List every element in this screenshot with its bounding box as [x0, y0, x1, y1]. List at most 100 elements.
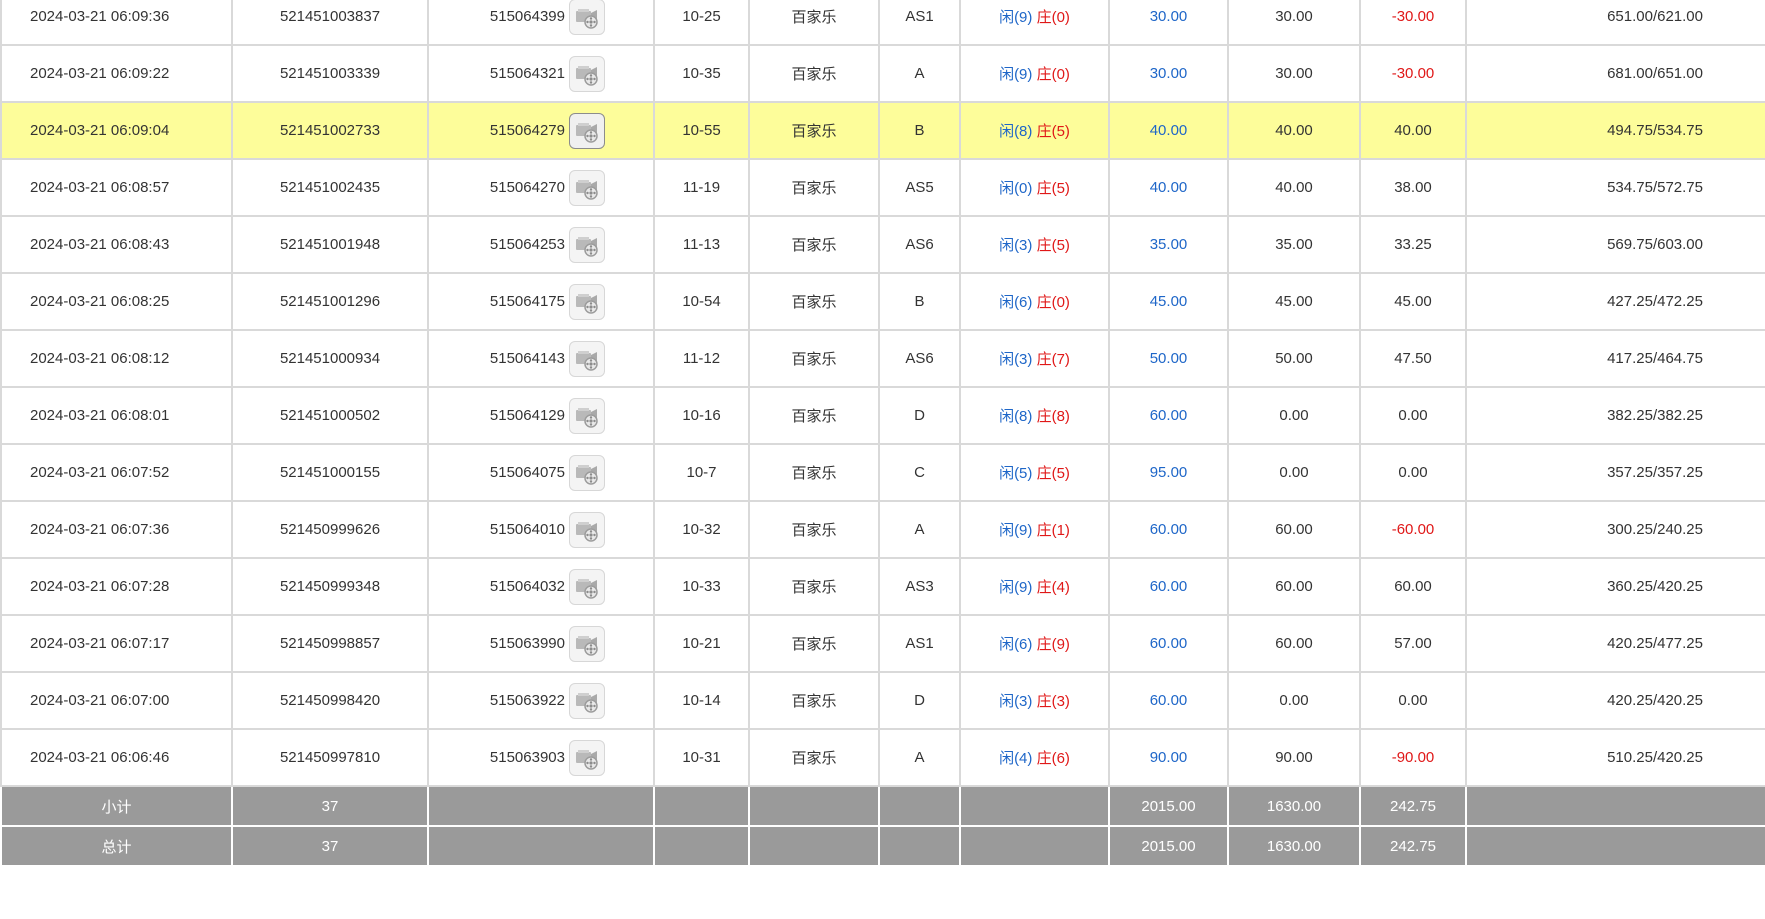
game-result: 闲(9) 庄(0)	[959, 44, 1110, 103]
order-number: 521451001948	[231, 215, 429, 274]
banker-result: 庄(5)	[1036, 123, 1070, 140]
bet-amount: 60.00	[1108, 557, 1229, 616]
total-bet: 2015.00	[1108, 825, 1229, 867]
replay-button[interactable]	[569, 226, 605, 263]
bet-time: 2024-03-21 06:07:28	[0, 557, 233, 616]
summary-body: 小计 37 2015.00 1630.00 242.75 总计 37 2015.…	[0, 786, 1765, 867]
film-reel-video-icon	[576, 635, 598, 656]
table-row: 2024-03-21 06:09:22 521451003339 5150643…	[0, 44, 1765, 103]
replay-button[interactable]	[569, 169, 605, 206]
table-id: 10-32	[653, 500, 750, 559]
win-loss: 38.00	[1359, 158, 1467, 217]
table-id: 10-14	[653, 671, 750, 730]
replay-button[interactable]	[569, 283, 605, 320]
replay-button[interactable]	[569, 625, 605, 662]
game-result: 闲(0) 庄(5)	[959, 158, 1110, 217]
valid-bet: 90.00	[1227, 728, 1361, 787]
game-name: 百家乐	[748, 728, 880, 787]
bet-amount: 60.00	[1108, 500, 1229, 559]
table-row: 2024-03-21 06:08:12 521451000934 5150641…	[0, 329, 1765, 388]
bet-amount: 60.00	[1108, 671, 1229, 730]
game-result: 闲(4) 庄(6)	[959, 728, 1110, 787]
subtotal-bet: 2015.00	[1108, 786, 1229, 827]
replay-button[interactable]	[569, 454, 605, 491]
balance-before-after: 494.75/534.75	[1465, 101, 1765, 160]
table-id: 11-19	[653, 158, 750, 217]
bet-time: 2024-03-21 06:08:57	[0, 158, 233, 217]
table-row: 2024-03-21 06:07:36 521450999626 5150640…	[0, 500, 1765, 559]
order-number: 521451000934	[231, 329, 429, 388]
bet-amount: 90.00	[1108, 728, 1229, 787]
replay-button[interactable]	[569, 55, 605, 92]
balance-before-after: 300.25/240.25	[1465, 500, 1765, 559]
table-id: 10-31	[653, 728, 750, 787]
valid-bet: 40.00	[1227, 158, 1361, 217]
valid-bet: 30.00	[1227, 44, 1361, 103]
seat: AS6	[878, 329, 961, 388]
order-number: 521451000155	[231, 443, 429, 502]
win-loss: 47.50	[1359, 329, 1467, 388]
table-row: 2024-03-21 06:07:00 521450998420 5150639…	[0, 671, 1765, 730]
banker-result: 庄(0)	[1036, 294, 1070, 311]
subtotal-label: 小计	[0, 786, 233, 827]
round-number: 515064175	[489, 293, 565, 310]
valid-bet: 0.00	[1227, 443, 1361, 502]
table-row: 2024-03-21 06:07:28 521450999348 5150640…	[0, 557, 1765, 616]
player-result: 闲(9)	[999, 9, 1033, 26]
total-label: 总计	[0, 825, 233, 867]
balance-before-after: 510.25/420.25	[1465, 728, 1765, 787]
valid-bet: 35.00	[1227, 215, 1361, 274]
table-id: 10-16	[653, 386, 750, 445]
game-name: 百家乐	[748, 500, 880, 559]
order-number: 521450997810	[231, 728, 429, 787]
player-result: 闲(6)	[999, 636, 1033, 653]
win-loss: 60.00	[1359, 557, 1467, 616]
round-number: 515063922	[489, 692, 565, 709]
valid-bet: 45.00	[1227, 272, 1361, 331]
game-result: 闲(3) 庄(7)	[959, 329, 1110, 388]
seat: D	[878, 386, 961, 445]
film-reel-video-icon	[576, 692, 598, 713]
order-number: 521451002733	[231, 101, 429, 160]
film-reel-video-icon	[576, 407, 598, 428]
round-number: 515064010	[489, 521, 565, 538]
player-result: 闲(0)	[999, 180, 1033, 197]
table-id: 10-7	[653, 443, 750, 502]
player-result: 闲(8)	[999, 123, 1033, 140]
table-id: 10-55	[653, 101, 750, 160]
table-row: 2024-03-21 06:08:57 521451002435 5150642…	[0, 158, 1765, 217]
valid-bet: 60.00	[1227, 557, 1361, 616]
game-result: 闲(6) 庄(9)	[959, 614, 1110, 673]
table-id: 11-13	[653, 215, 750, 274]
replay-button[interactable]	[569, 0, 605, 35]
banker-result: 庄(7)	[1036, 351, 1070, 368]
bet-amount: 60.00	[1108, 614, 1229, 673]
order-number: 521451003837	[231, 0, 429, 46]
table-row: 2024-03-21 06:06:46 521450997810 5150639…	[0, 728, 1765, 787]
balance-before-after: 534.75/572.75	[1465, 158, 1765, 217]
replay-button[interactable]	[569, 568, 605, 605]
bet-amount: 50.00	[1108, 329, 1229, 388]
seat: AS6	[878, 215, 961, 274]
bet-time: 2024-03-21 06:07:36	[0, 500, 233, 559]
replay-button[interactable]	[569, 397, 605, 434]
bet-time: 2024-03-21 06:07:00	[0, 671, 233, 730]
bet-amount: 30.00	[1108, 44, 1229, 103]
order-number: 521451001296	[231, 272, 429, 331]
player-result: 闲(4)	[999, 750, 1033, 767]
replay-button[interactable]	[569, 340, 605, 377]
game-name: 百家乐	[748, 557, 880, 616]
replay-button[interactable]	[569, 682, 605, 719]
player-result: 闲(3)	[999, 693, 1033, 710]
table-row: 2024-03-21 06:07:52 521451000155 5150640…	[0, 443, 1765, 502]
replay-button[interactable]	[569, 739, 605, 776]
game-result: 闲(9) 庄(0)	[959, 0, 1110, 46]
valid-bet: 40.00	[1227, 101, 1361, 160]
balance-before-after: 427.25/472.25	[1465, 272, 1765, 331]
game-result: 闲(3) 庄(3)	[959, 671, 1110, 730]
film-reel-video-icon	[576, 236, 598, 257]
seat: C	[878, 443, 961, 502]
replay-button[interactable]	[569, 511, 605, 548]
player-result: 闲(5)	[999, 465, 1033, 482]
replay-button[interactable]	[569, 112, 605, 149]
